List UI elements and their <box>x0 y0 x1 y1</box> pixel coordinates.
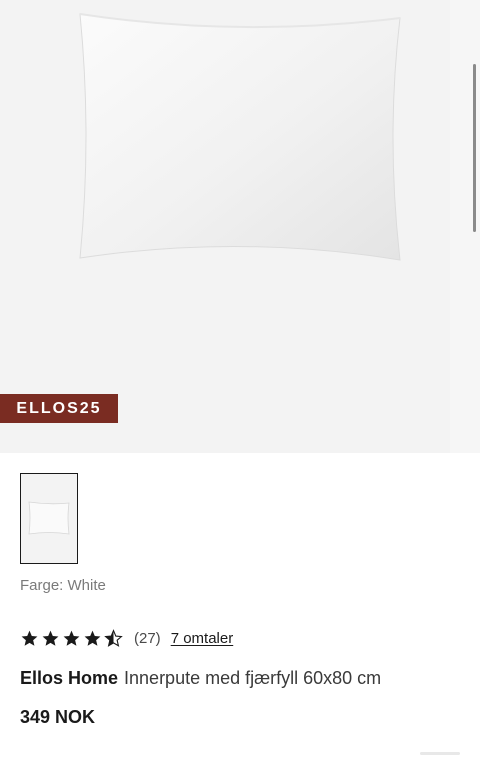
pillow-image <box>79 13 401 261</box>
promo-badge: ELLOS25 <box>0 394 118 423</box>
product-page: ELLOS25 Farge: White (27) 7 omtaler Ello… <box>0 0 480 757</box>
product-image-area[interactable]: ELLOS25 <box>0 0 480 453</box>
star-full-icon <box>21 630 38 646</box>
pillow-thumbnail <box>28 501 70 535</box>
star-half-icon <box>104 628 123 647</box>
price: 349 NOK <box>20 707 96 727</box>
thumbnail-selected[interactable] <box>20 473 78 564</box>
bottom-fade-hint <box>420 752 460 755</box>
star-full-icon <box>84 630 101 646</box>
star-full-icon <box>42 630 59 646</box>
color-label: Farge: White <box>20 577 106 594</box>
brand-name[interactable]: Ellos Home <box>20 668 118 688</box>
rating-count: (27) <box>134 629 161 647</box>
product-title: Ellos Home Innerpute med fjærfyll 60x80 c… <box>20 668 381 689</box>
rating-stars <box>20 628 125 648</box>
rating[interactable]: (27) 7 omtaler <box>20 627 233 649</box>
product-name: Innerpute med fjærfyll 60x80 cm <box>124 668 382 688</box>
image-scrollbar[interactable] <box>473 64 476 232</box>
star-full-icon <box>63 630 80 646</box>
reviews-link[interactable]: 7 omtaler <box>171 630 234 647</box>
